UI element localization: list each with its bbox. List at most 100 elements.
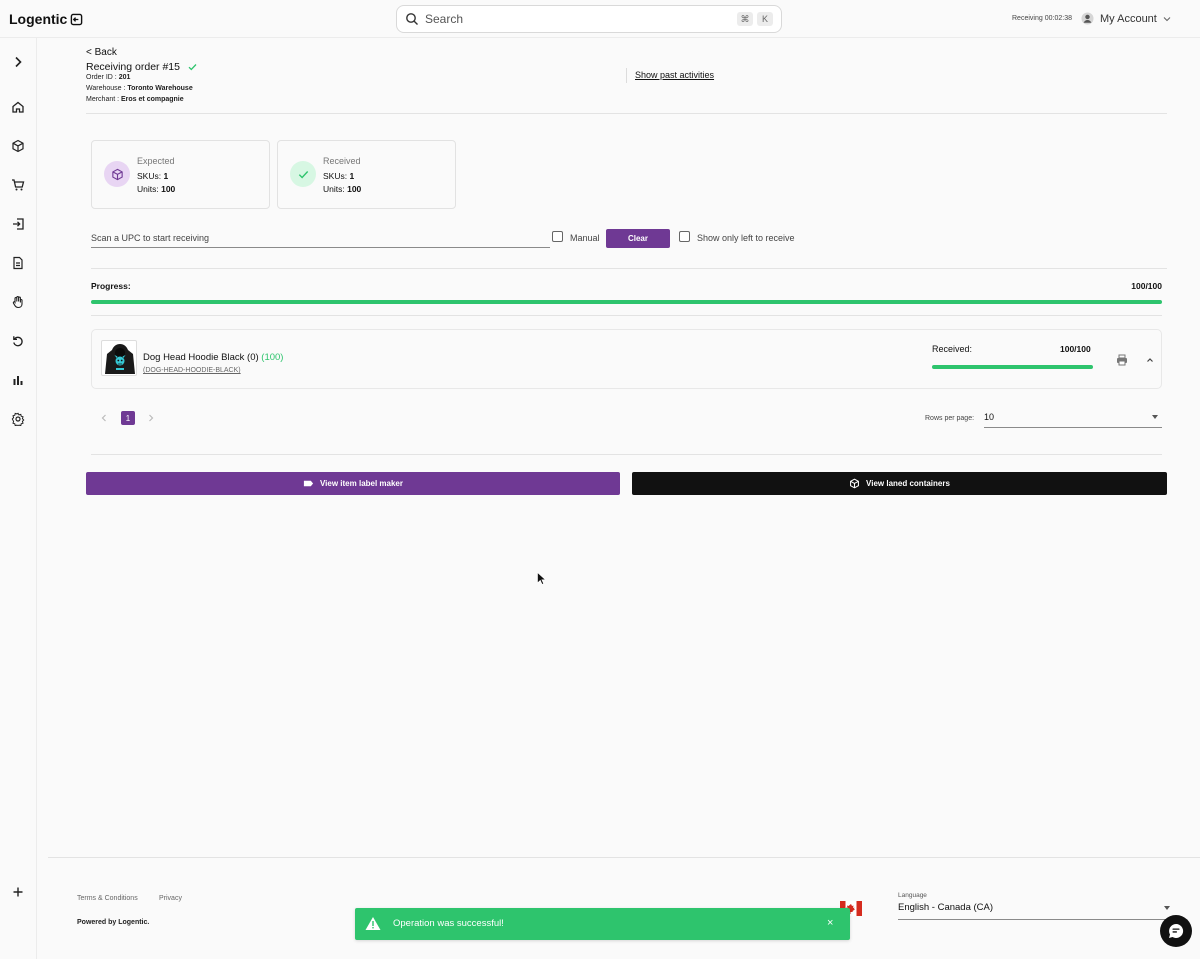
- k-key-hint: K: [757, 12, 773, 26]
- rows-per-page-select[interactable]: 10: [984, 410, 1162, 428]
- cart-icon[interactable]: [11, 178, 25, 192]
- next-page-icon[interactable]: [147, 413, 155, 423]
- header-separator: [86, 113, 1167, 114]
- item-qty: (100): [261, 352, 284, 363]
- privacy-link[interactable]: Privacy: [159, 895, 182, 902]
- merchant: Merchant : Eros et compagnie: [86, 96, 184, 103]
- check-icon: [298, 170, 308, 178]
- account-menu[interactable]: My Account: [1081, 12, 1171, 25]
- warehouse-value: Toronto Warehouse: [127, 85, 193, 92]
- pagination-separator: [91, 454, 1162, 455]
- page-button-current[interactable]: 1: [121, 411, 135, 425]
- item-progress-fill: [932, 365, 1093, 369]
- check-icon: [188, 64, 197, 71]
- manual-label: Manual: [570, 233, 600, 243]
- warning-icon: [365, 917, 381, 930]
- document-icon[interactable]: [11, 256, 25, 270]
- analytics-icon[interactable]: [11, 373, 25, 387]
- powered-by: Powered by Logentic.: [77, 919, 150, 926]
- print-icon[interactable]: [1116, 354, 1128, 366]
- back-link[interactable]: < Back: [86, 47, 117, 58]
- expected-icon-circle: [104, 161, 130, 187]
- caret-down-icon: [1164, 906, 1170, 910]
- receiving-timer-value: 00:02:38: [1044, 15, 1072, 22]
- warehouse: Warehouse : Toronto Warehouse: [86, 85, 193, 92]
- product-thumbnail: [101, 340, 137, 376]
- expected-skus: SKUs: 1: [137, 171, 168, 181]
- box-icon: [111, 168, 123, 180]
- box-icon[interactable]: [11, 139, 25, 153]
- receiving-icon[interactable]: [11, 217, 25, 231]
- add-icon[interactable]: [11, 885, 25, 899]
- received-units-value: 100: [347, 184, 362, 194]
- view-laned-containers-label: View laned containers: [866, 479, 950, 488]
- search-icon: [406, 13, 418, 25]
- progress-bar: [91, 300, 1162, 304]
- receiving-timer-label: Receiving: [1012, 15, 1043, 22]
- top-bar: Logentic Search ⌘ K Receiving 00:02:38 M…: [0, 0, 1200, 38]
- upc-scan-input[interactable]: Scan a UPC to start receiving: [91, 229, 550, 248]
- item-row[interactable]: Dog Head Hoodie Black (0) (100) (DOG-HEA…: [91, 329, 1162, 389]
- footer-separator: [48, 857, 1200, 858]
- returns-icon[interactable]: [11, 334, 25, 348]
- clear-button[interactable]: Clear: [606, 229, 670, 248]
- chat-widget-button[interactable]: [1160, 915, 1192, 947]
- chevron-up-icon[interactable]: [1145, 355, 1155, 365]
- item-received-label: Received:: [932, 344, 973, 354]
- scan-separator: [91, 268, 1167, 269]
- item-progress-bar: [932, 365, 1093, 369]
- merchant-value: Eros et compagnie: [121, 96, 184, 103]
- label-tag-icon: [303, 480, 314, 487]
- view-item-label-maker-button[interactable]: View item label maker: [86, 472, 620, 495]
- received-card: Received SKUs: 1 Units: 100: [277, 140, 456, 209]
- expected-units-value: 100: [161, 184, 176, 194]
- account-label: My Account: [1100, 12, 1157, 25]
- hand-icon[interactable]: [11, 295, 25, 309]
- received-icon-circle: [290, 161, 316, 187]
- language-label: Language: [898, 892, 927, 899]
- show-past-activities-link[interactable]: Show past activities: [635, 70, 714, 80]
- chevron-down-icon: [1163, 16, 1171, 21]
- logo-text: Logentic: [9, 11, 68, 27]
- item-received-value: 100/100: [1060, 344, 1091, 354]
- expected-units-label: Units:: [137, 184, 162, 194]
- toast-message: Operation was successful!: [393, 918, 504, 929]
- manual-checkbox[interactable]: [552, 231, 563, 242]
- search-bar[interactable]: Search ⌘ K: [396, 5, 782, 33]
- warehouse-label: Warehouse :: [86, 85, 128, 92]
- language-select[interactable]: English - Canada (CA): [898, 902, 1174, 920]
- settings-gear-icon[interactable]: [11, 412, 25, 426]
- expand-sidebar-icon[interactable]: [11, 55, 25, 69]
- logo-icon: [71, 13, 83, 25]
- progress-bar-fill: [91, 300, 1162, 304]
- expected-card: Expected SKUs: 1 Units: 100: [91, 140, 270, 209]
- previous-page-icon[interactable]: [100, 413, 108, 423]
- header-divider: [626, 68, 627, 83]
- view-item-label-maker-label: View item label maker: [319, 479, 403, 488]
- item-sku-link[interactable]: (DOG-HEAD-HOODIE-BLACK): [143, 367, 241, 374]
- sidebar: [0, 38, 37, 959]
- caret-down-icon: [1152, 415, 1158, 419]
- received-skus-value: 1: [349, 171, 355, 181]
- logo[interactable]: Logentic: [9, 11, 83, 27]
- item-name: Dog Head Hoodie Black (0) (100): [143, 352, 283, 363]
- show-only-left-label: Show only left to receive: [697, 233, 795, 243]
- box-icon: [850, 478, 859, 489]
- success-toast: Operation was successful! ×: [355, 908, 850, 940]
- show-only-left-checkbox[interactable]: [679, 231, 690, 242]
- merchant-label: Merchant :: [86, 96, 122, 103]
- progress-label: Progress:: [91, 281, 131, 291]
- progress-value: 100/100: [1131, 281, 1162, 291]
- received-skus-label: SKUs:: [323, 171, 350, 181]
- home-icon[interactable]: [11, 100, 25, 114]
- progress-separator: [91, 315, 1162, 316]
- order-id: Order ID : 201: [86, 74, 130, 81]
- expected-skus-label: SKUs:: [137, 171, 164, 181]
- language-value: English - Canada (CA): [898, 902, 994, 913]
- command-key-hint: ⌘: [737, 12, 753, 26]
- toast-close-button[interactable]: ×: [827, 917, 833, 929]
- search-placeholder: Search: [425, 12, 464, 26]
- terms-link[interactable]: Terms & Conditions: [77, 895, 138, 902]
- view-laned-containers-button[interactable]: View laned containers: [632, 472, 1167, 495]
- order-id-label: Order ID :: [86, 74, 119, 81]
